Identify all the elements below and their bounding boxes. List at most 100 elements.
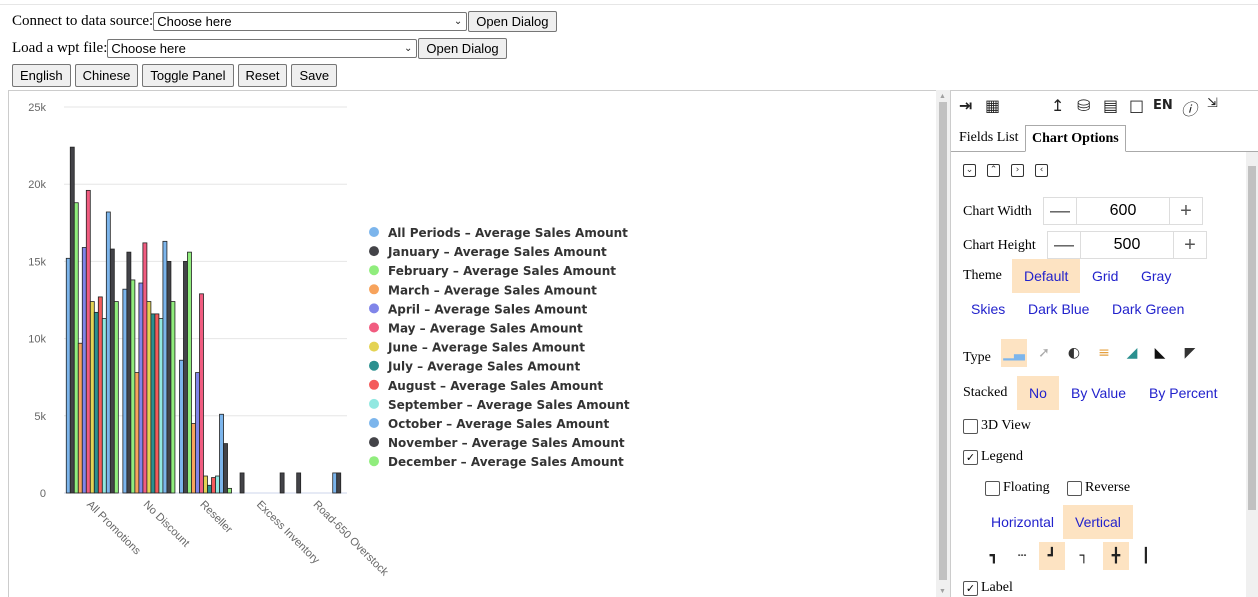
connect-select[interactable]: Choose here ⌄ — [153, 12, 468, 31]
scrollbar-thumb[interactable] — [939, 102, 947, 580]
chart-width-stepper[interactable]: — 600 + — [1043, 197, 1203, 225]
scroll-up-arrow-icon[interactable]: ▲ — [939, 92, 946, 100]
bar — [279, 472, 285, 494]
top-divider — [0, 4, 1258, 5]
tab-chart-options[interactable]: Chart Options — [1025, 125, 1126, 152]
minus-icon[interactable]: — — [1048, 234, 1080, 257]
save-icon[interactable]: ▤ — [1103, 96, 1118, 115]
bar — [227, 487, 232, 494]
language-icon[interactable]: EN — [1153, 98, 1173, 113]
chevron-up-icon[interactable]: ⌃ — [987, 164, 1000, 177]
bar — [158, 318, 164, 494]
wpt-select[interactable]: Choose here ⌄ — [107, 39, 418, 58]
3d-view-label: 3D View — [981, 418, 1031, 433]
plus-icon[interactable]: + — [1170, 200, 1202, 223]
wpt-open-dialog-button[interactable]: Open Dialog — [418, 38, 507, 59]
bar — [170, 301, 176, 494]
chart-height-value[interactable]: 500 — [1080, 232, 1174, 258]
x-tick-label: No Discount — [141, 499, 192, 550]
reverse-label: Reverse — [1085, 480, 1131, 495]
stacked-by-value[interactable]: By Value — [1059, 376, 1138, 410]
align-center-icon[interactable]: ╋ — [1103, 542, 1129, 570]
tab-fields-list[interactable]: Fields List — [953, 125, 1025, 151]
line-chart-icon[interactable]: ➚ — [1031, 339, 1057, 367]
new-document-icon[interactable]: □ — [1129, 96, 1144, 115]
legend-checkbox[interactable]: ✓ Legend — [963, 449, 1023, 465]
area-chart-icon[interactable]: ◢ — [1119, 339, 1145, 367]
bar — [134, 372, 140, 494]
theme-skies[interactable]: Skies — [959, 292, 1017, 326]
legend-marker — [369, 246, 379, 257]
english-button[interactable]: English — [12, 64, 71, 87]
chevron-down-icon: ⌄ — [453, 16, 463, 27]
bar — [89, 301, 95, 494]
reset-button[interactable]: Reset — [237, 64, 288, 87]
stacked-by-percent[interactable]: By Percent — [1137, 376, 1229, 410]
database-icon[interactable]: ⛁ — [1077, 96, 1090, 115]
bar — [223, 443, 228, 494]
bar — [73, 202, 79, 494]
checkbox-box[interactable] — [1067, 480, 1082, 496]
minus-icon[interactable]: — — [1044, 200, 1076, 223]
toggle-panel-button[interactable]: Toggle Panel — [142, 64, 234, 87]
info-icon[interactable]: ⓘ — [1181, 96, 1197, 120]
save-button[interactable]: Save — [291, 64, 338, 87]
legend-item: January – Average Sales Amount — [387, 245, 607, 259]
reverse-checkbox[interactable]: Reverse — [1067, 480, 1130, 496]
column-chart-icon[interactable]: ▁▃ — [1001, 339, 1027, 367]
stacked-label: Stacked — [963, 385, 1008, 400]
chart-height-stepper[interactable]: — 500 + — [1047, 231, 1207, 259]
stacked-area-icon[interactable]: ◤ — [1177, 339, 1203, 367]
bar — [138, 282, 144, 494]
fullscreen-icon[interactable]: ⇲ — [1207, 96, 1218, 111]
theme-dark-green[interactable]: Dark Green — [1100, 292, 1196, 326]
chart-scrollbar[interactable]: ▲ ▼ — [936, 90, 950, 597]
stacked-no[interactable]: No — [1017, 376, 1059, 410]
legend-item: July – Average Sales Amount — [387, 360, 580, 374]
checkbox-box[interactable] — [963, 418, 978, 434]
align-bottom-right-icon[interactable]: ┛ — [1039, 542, 1065, 570]
bar — [105, 211, 111, 494]
connect-open-dialog-button[interactable]: Open Dialog — [468, 11, 557, 32]
pie-chart-icon[interactable]: ◐ — [1061, 339, 1087, 367]
align-top-right-icon[interactable]: ┐ — [1071, 542, 1097, 570]
chevron-down-icon[interactable]: ⌄ — [963, 164, 976, 177]
checkmark-icon[interactable]: ✓ — [963, 449, 978, 465]
legend-marker — [369, 456, 379, 467]
bar — [199, 293, 204, 494]
3d-view-checkbox[interactable]: 3D View — [963, 418, 1031, 434]
align-bottom-left-icon[interactable]: ┓ — [981, 542, 1007, 570]
checkbox-box[interactable] — [985, 480, 1000, 496]
chevron-right-icon[interactable]: › — [1011, 164, 1024, 177]
y-tick-label: 25k — [28, 102, 46, 114]
theme-grid[interactable]: Grid — [1080, 259, 1130, 293]
chevron-left-icon[interactable]: ‹ — [1035, 164, 1048, 177]
panel-scrollbar[interactable] — [1246, 152, 1258, 597]
legend-vertical[interactable]: Vertical — [1063, 505, 1133, 539]
floating-checkbox[interactable]: Floating — [985, 480, 1050, 496]
export-icon[interactable]: ↥ — [1051, 96, 1064, 115]
theme-default[interactable]: Default — [1012, 259, 1081, 293]
label-checkbox[interactable]: ✓ Label — [963, 580, 1013, 596]
scroll-down-arrow-icon[interactable]: ▼ — [939, 587, 946, 595]
bar — [65, 257, 71, 494]
chart-width-value[interactable]: 600 — [1076, 198, 1170, 224]
y-tick-label: 10k — [28, 334, 46, 346]
align-middle-left-icon[interactable]: ┄ — [1009, 542, 1035, 570]
legend-horizontal[interactable]: Horizontal — [979, 505, 1066, 539]
y-tick-label: 20k — [28, 179, 46, 191]
grid-icon[interactable]: ▦ — [985, 96, 1000, 115]
collapse-panel-icon[interactable]: ⇥ — [959, 96, 972, 115]
bar — [85, 189, 91, 494]
connect-select-value: Choose here — [157, 14, 232, 29]
bar-chart-icon[interactable]: ≡ — [1091, 339, 1117, 367]
chinese-button[interactable]: Chinese — [74, 64, 139, 87]
filled-area-icon[interactable]: ◣ — [1147, 339, 1173, 367]
theme-dark-blue[interactable]: Dark Blue — [1016, 292, 1101, 326]
plus-icon[interactable]: + — [1174, 234, 1206, 257]
checkmark-icon[interactable]: ✓ — [963, 580, 978, 596]
align-right-icon[interactable]: ┃ — [1133, 542, 1159, 570]
theme-gray[interactable]: Gray — [1129, 259, 1183, 293]
bar — [162, 240, 168, 494]
scrollbar-thumb[interactable] — [1248, 166, 1256, 510]
